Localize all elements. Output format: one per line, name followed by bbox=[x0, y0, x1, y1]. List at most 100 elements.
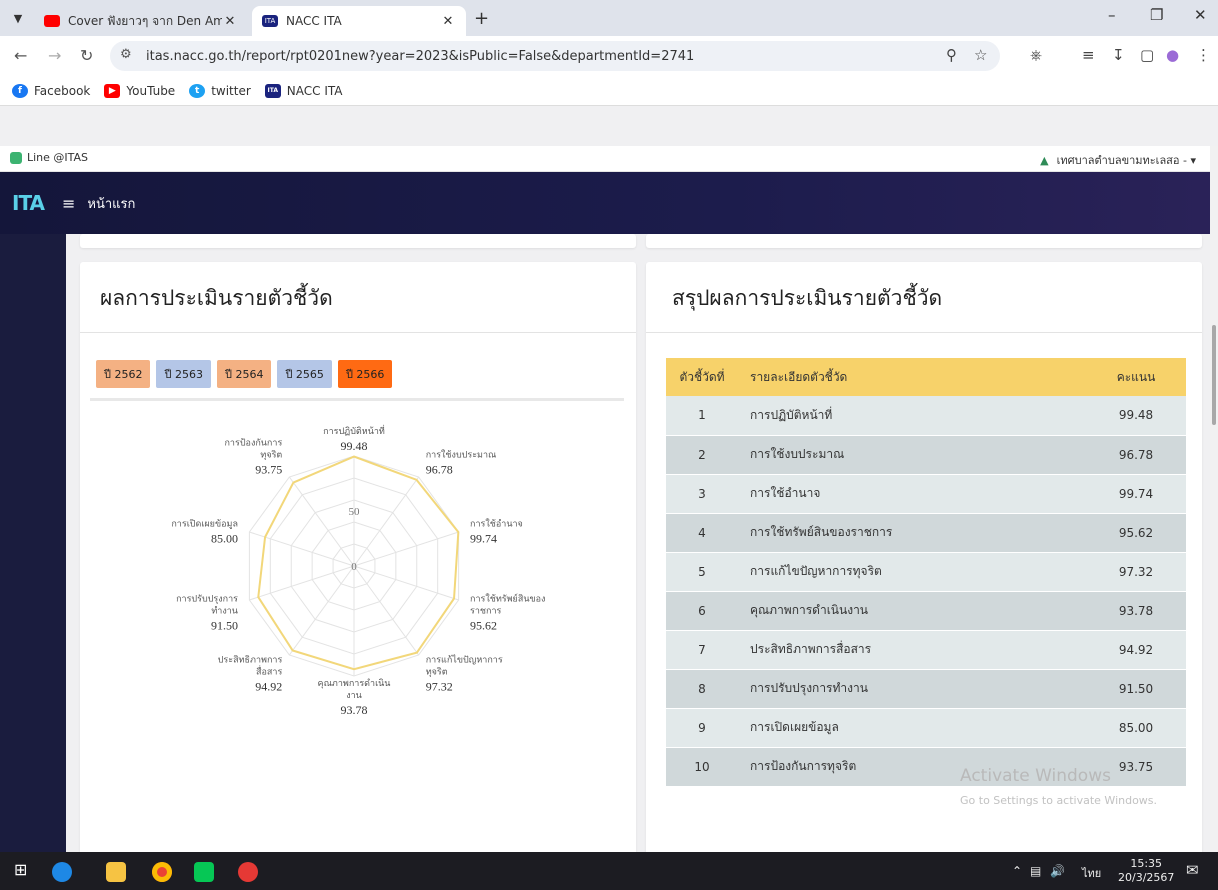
windows-start-icon[interactable]: ⊞ bbox=[14, 860, 34, 880]
input-language[interactable]: ไทย bbox=[1082, 864, 1101, 882]
previous-card-right bbox=[646, 234, 1202, 248]
chrome-icon[interactable] bbox=[152, 862, 172, 882]
download-icon[interactable]: ↧ bbox=[1112, 46, 1125, 64]
volume-icon[interactable]: 🔊 bbox=[1050, 864, 1065, 878]
youtube-icon: ▶ bbox=[104, 83, 121, 98]
nav-home-link[interactable]: หน้าแรก bbox=[87, 193, 135, 214]
extensions-icon[interactable]: ⎈ bbox=[1030, 46, 1042, 64]
file-explorer-icon[interactable] bbox=[106, 862, 126, 882]
radar-spoke bbox=[249, 565, 355, 601]
bookmark-label: YouTube bbox=[126, 83, 176, 98]
edge-icon[interactable] bbox=[52, 862, 72, 882]
ita-logo[interactable]: ITA bbox=[12, 191, 45, 215]
divider bbox=[646, 332, 1202, 333]
hamburger-menu-icon[interactable]: ≡ bbox=[62, 194, 75, 213]
indicator-no-cell: 3 bbox=[666, 474, 738, 514]
table-row: 4 การใช้ทรัพย์สินของราชการ 95.62 bbox=[666, 513, 1186, 553]
radar-axis-value: 99.74 bbox=[470, 531, 497, 545]
bookmark-label: NACC ITA bbox=[286, 83, 343, 98]
tab-nacc-ita[interactable]: ITA NACC ITA ✕ bbox=[252, 6, 466, 36]
table-row: 7 ประสิทธิภาพการสื่อสาร 94.92 bbox=[666, 630, 1186, 670]
table-row: 3 การใช้อำนาจ 99.74 bbox=[666, 474, 1186, 514]
line-app-icon[interactable] bbox=[194, 862, 214, 882]
clock-date: 20/3/2567 bbox=[1118, 871, 1175, 884]
forward-icon[interactable]: → bbox=[48, 46, 61, 65]
back-icon[interactable]: ← bbox=[14, 46, 27, 65]
bookmarks-bar: f Facebook ▶ YouTube t twitter ITA NACC … bbox=[0, 76, 1218, 106]
indicator-detail-cell: ประสิทธิภาพการสื่อสาร bbox=[738, 630, 1086, 670]
close-tab-icon[interactable]: ✕ bbox=[440, 14, 456, 29]
notifications-icon[interactable]: ✉ bbox=[1186, 861, 1199, 879]
bookmark-twitter[interactable]: t twitter bbox=[189, 83, 251, 98]
zoom-icon[interactable]: ⚲ bbox=[946, 46, 957, 64]
tray-chevron-icon[interactable]: ⌃ bbox=[1012, 864, 1022, 878]
profile-avatar-icon[interactable]: ● bbox=[1166, 46, 1179, 64]
year-button-2563[interactable]: ปี 2563 bbox=[156, 360, 211, 388]
reading-list-icon[interactable]: ≡ bbox=[1082, 46, 1095, 64]
bell-icon: ▲ bbox=[1040, 153, 1049, 167]
score-cell: 93.78 bbox=[1086, 591, 1186, 631]
radar-axis-label: การป้องกันการ bbox=[224, 437, 282, 448]
radar-tick-label: 50 bbox=[349, 506, 361, 518]
indicator-no-cell: 9 bbox=[666, 708, 738, 748]
network-icon[interactable]: ▤ bbox=[1030, 864, 1041, 878]
windows-taskbar: ⊞ ⌃ ▤ 🔊 ไทย 15:35 20/3/2567 ✉ bbox=[0, 852, 1218, 890]
radar-chart: 0 50 การปฏิบัติหน้าที่ 99.48 การใช้งบประมาณ 9… bbox=[171, 424, 545, 717]
scrollbar-thumb[interactable] bbox=[1212, 325, 1216, 425]
radar-spoke bbox=[353, 565, 459, 601]
top-info-strip: Line @ITAS ▲ เทศบาลตำบลขามทะเลสอ - ▾ bbox=[0, 146, 1218, 172]
radar-spoke bbox=[353, 531, 459, 567]
bookmark-facebook[interactable]: f Facebook bbox=[12, 83, 90, 98]
indicator-detail-cell: การเปิดเผยข้อมูล bbox=[738, 708, 1086, 748]
divider bbox=[80, 332, 636, 333]
close-tab-icon[interactable]: ✕ bbox=[222, 14, 238, 29]
indicator-detail-cell: การใช้อำนาจ bbox=[738, 474, 1086, 514]
score-cell: 97.32 bbox=[1086, 552, 1186, 592]
radar-axis-label: ประสิทธิภาพการ bbox=[218, 655, 283, 666]
score-cell: 99.74 bbox=[1086, 474, 1186, 514]
bookmark-nacc-ita[interactable]: ITA NACC ITA bbox=[264, 83, 343, 98]
user-label: เทศบาลตำบลขามทะเลสอ - ▾ bbox=[1056, 154, 1196, 167]
score-cell: 94.92 bbox=[1086, 630, 1186, 670]
year-button-2565[interactable]: ปี 2565 bbox=[277, 360, 332, 388]
facebook-icon: f bbox=[12, 83, 28, 98]
restore-icon[interactable]: ❐ bbox=[1150, 6, 1163, 24]
bookmark-youtube[interactable]: ▶ YouTube bbox=[104, 83, 176, 98]
minimize-icon[interactable]: – bbox=[1108, 6, 1116, 24]
indicator-no-cell: 8 bbox=[666, 669, 738, 709]
scrollbar-track[interactable] bbox=[1210, 146, 1218, 852]
bookmark-star-icon[interactable]: ☆ bbox=[974, 46, 987, 64]
new-tab-icon[interactable]: + bbox=[474, 8, 489, 29]
site-settings-icon[interactable]: ⚙ bbox=[120, 47, 132, 62]
user-dropdown[interactable]: ▲ เทศบาลตำบลขามทะเลสอ - ▾ bbox=[1040, 151, 1196, 169]
indicator-detail-cell: การใช้ทรัพย์สินของราชการ bbox=[738, 513, 1086, 553]
year-button-2566[interactable]: ปี 2566 bbox=[337, 360, 393, 388]
tab-youtube[interactable]: Cover ฟังยาวๆ จาก Den Am The [ ✕ bbox=[34, 6, 248, 36]
year-button-2562[interactable]: ปี 2562 bbox=[96, 360, 151, 388]
card-title: สรุปผลการประเมินรายตัวชี้วัด bbox=[672, 286, 943, 310]
wps-office-icon[interactable] bbox=[238, 862, 258, 882]
system-clock[interactable]: 15:35 20/3/2567 bbox=[1118, 857, 1174, 885]
radar-axis-label: ทำงาน bbox=[211, 606, 238, 617]
url-field[interactable]: ⚙ itas.nacc.go.th/report/rpt0201new?year… bbox=[110, 41, 1000, 71]
address-bar-row: ← → ↻ ⚙ itas.nacc.go.th/report/rpt0201ne… bbox=[0, 36, 1218, 76]
line-itas-link[interactable]: Line @ITAS bbox=[10, 151, 88, 164]
window-close-icon[interactable]: ✕ bbox=[1194, 6, 1207, 24]
indicator-detail-cell: การแก้ไขปัญหาการทุจริต bbox=[738, 552, 1086, 592]
tab-search-chevron-icon[interactable]: ▼ bbox=[8, 8, 28, 28]
reload-icon[interactable]: ↻ bbox=[80, 46, 93, 65]
radar-axis-label: การปรับปรุงการ bbox=[176, 595, 238, 605]
year-button-2564[interactable]: ปี 2564 bbox=[216, 360, 272, 388]
radar-axis-value: 85.00 bbox=[211, 531, 238, 545]
radar-axis-label: การแก้ไขปัญหาการ bbox=[426, 655, 503, 666]
side-panel-icon[interactable]: ▢ bbox=[1140, 46, 1154, 64]
indicator-no-cell: 2 bbox=[666, 435, 738, 475]
radar-axis-label: คุณภาพการดำเนิน bbox=[318, 678, 391, 689]
url-text: itas.nacc.go.th/report/rpt0201new?year=2… bbox=[146, 48, 695, 64]
radar-series-line bbox=[257, 455, 460, 671]
year-button-group: ปี 2562 ปี 2563 ปี 2564 ปี 2565 ปี 2566 bbox=[96, 360, 398, 388]
radar-spoke bbox=[353, 565, 420, 656]
radar-axis-value: 94.92 bbox=[255, 680, 282, 694]
radar-axis-label: ทุจริต bbox=[260, 449, 282, 460]
menu-kebab-icon[interactable]: ⋮ bbox=[1196, 46, 1211, 64]
